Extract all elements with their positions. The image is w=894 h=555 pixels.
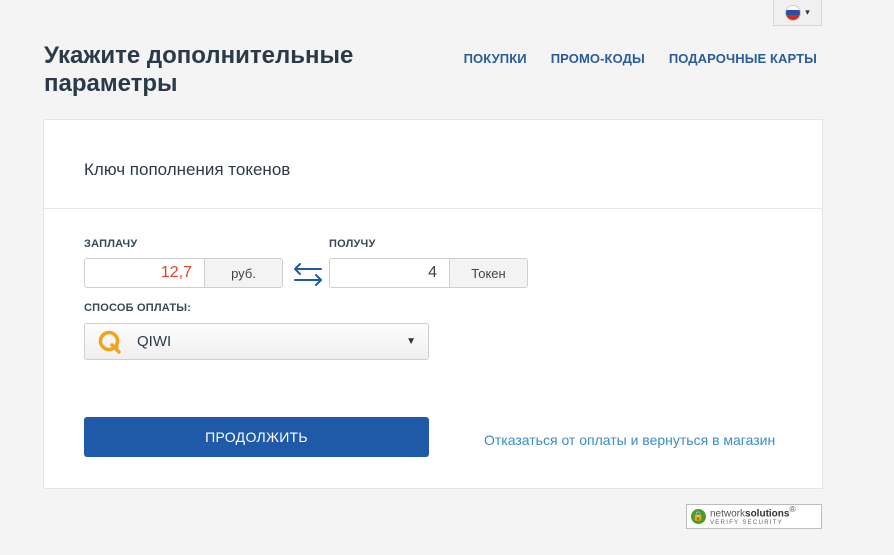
nav-purchases[interactable]: ПОКУПКИ	[464, 51, 527, 66]
payment-method-value: QIWI	[137, 333, 172, 350]
chevron-down-icon: ▼	[406, 336, 416, 347]
receive-label: ПОЛУЧУ	[329, 238, 376, 250]
receive-amount-input[interactable]	[330, 259, 449, 287]
page-title: Укажите дополнительные параметры	[44, 42, 354, 97]
pay-currency-unit: руб.	[204, 259, 282, 287]
lock-icon: 🔒	[691, 509, 706, 524]
seal-registered: ®	[789, 504, 796, 515]
cancel-payment-link[interactable]: Отказаться от оплаты и вернуться в магаз…	[484, 432, 775, 448]
pay-amount-input[interactable]	[85, 259, 204, 287]
receive-amount-group: Токен	[329, 258, 528, 288]
top-nav: ПОКУПКИ ПРОМО-КОДЫ ПОДАРОЧНЫЕ КАРТЫ	[464, 51, 817, 66]
seal-subtitle: VERIFY SECURITY	[710, 519, 784, 526]
continue-button[interactable]: ПРОДОЛЖИТЬ	[84, 417, 429, 457]
chevron-down-icon: ▾	[805, 7, 810, 17]
payment-method-label: СПОСОБ ОПЛАТЫ:	[84, 302, 192, 314]
payment-card: Ключ пополнения токенов ЗАПЛАЧУ руб. ПОЛ…	[43, 119, 823, 489]
payment-method-select[interactable]: QIWI ▼	[84, 323, 429, 360]
pay-amount-group: руб.	[84, 258, 283, 288]
card-title: Ключ пополнения токенов	[84, 160, 291, 179]
pay-label: ЗАПЛАЧУ	[84, 238, 138, 250]
nav-gift-cards[interactable]: ПОДАРОЧНЫЕ КАРТЫ	[669, 51, 817, 66]
card-header: Ключ пополнения токенов	[44, 120, 822, 209]
seal-text: networksolutions® VERIFY SECURITY	[710, 505, 796, 527]
language-selector[interactable]: ▾	[773, 0, 822, 26]
swap-arrows-icon[interactable]	[293, 262, 323, 286]
network-solutions-seal[interactable]: 🔒 networksolutions® VERIFY SECURITY	[686, 504, 822, 529]
russia-flag-icon	[785, 4, 802, 21]
receive-token-unit: Токен	[449, 259, 527, 287]
nav-promo-codes[interactable]: ПРОМО-КОДЫ	[551, 51, 645, 66]
qiwi-icon	[98, 330, 121, 354]
